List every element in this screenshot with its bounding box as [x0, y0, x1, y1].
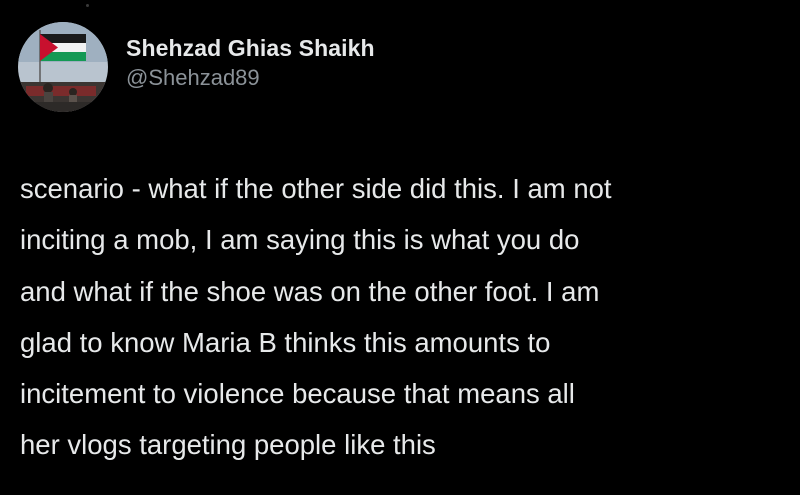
tweet-text-line: scenario - what if the other side did th…: [20, 173, 612, 204]
tweet-text-line: glad to know Maria B thinks this amounts…: [20, 326, 551, 358]
author-handle[interactable]: @Shehzad89: [126, 63, 375, 93]
palestine-flag-icon: [40, 34, 86, 61]
avatar[interactable]: [18, 22, 108, 112]
author-names: Shehzad Ghias Shaikh @Shehzad89: [126, 33, 375, 93]
profile-photo-icon: [18, 22, 108, 112]
tweet-text-line: incitement to violence because that mean…: [20, 378, 575, 410]
tweet-text-line: and what if the shoe was on the other fo…: [20, 275, 600, 307]
tweet-text-line: inciting a mob, I am saying this is what…: [20, 224, 580, 256]
divider-dot: [86, 4, 89, 7]
tweet-card: Shehzad Ghias Shaikh @Shehzad89 scenario…: [0, 0, 800, 495]
tweet-text: scenario - what if the other side did th…: [20, 163, 785, 471]
tweet-text-line: her vlogs targeting people like this: [20, 429, 436, 461]
tweet-header: Shehzad Ghias Shaikh @Shehzad89: [18, 22, 375, 112]
author-display-name[interactable]: Shehzad Ghias Shaikh: [126, 33, 375, 63]
